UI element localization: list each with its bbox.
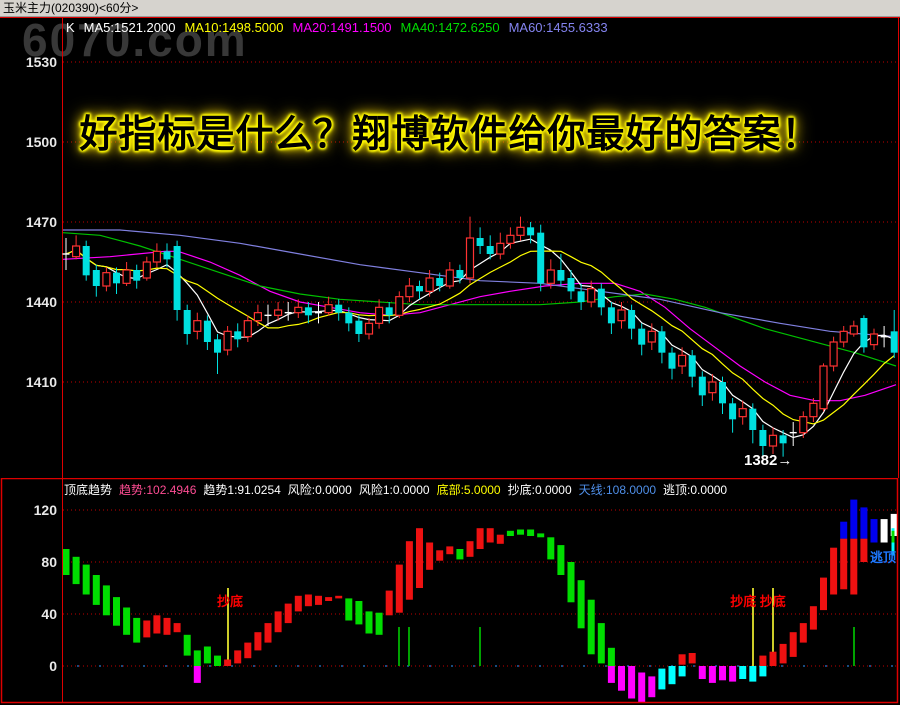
ind-value-7: 天线:108.0000 xyxy=(578,483,657,497)
ma-value-2: MA10:1498.5000 xyxy=(184,20,284,35)
main-y-axis-label: 1530 xyxy=(26,54,57,70)
ind-value-3: 风险:0.0000 xyxy=(287,483,352,497)
ind-value-6: 抄底:0.0000 xyxy=(507,483,572,497)
ind-value-1: 趋势:102.4946 xyxy=(119,483,197,497)
ind-value-2: 趋势1:91.0254 xyxy=(203,483,281,497)
ma-value-5: MA60:1455.6333 xyxy=(508,20,608,35)
ma-line-ma5 xyxy=(65,238,895,439)
ind-value-8: 逃顶:0.0000 xyxy=(663,483,728,497)
ind-value-0: 顶底趋势 xyxy=(64,483,113,497)
low-price-label: 1382→ xyxy=(744,452,792,469)
main-y-axis-label: 1470 xyxy=(26,214,57,230)
main-chart[interactable]: 153015001470144014101382→ xyxy=(0,17,900,478)
main-y-axis-label: 1410 xyxy=(26,374,57,390)
ma-value-0: K xyxy=(66,20,75,35)
ind-value-5: 底部:5.0000 xyxy=(436,483,501,497)
ma-line-ma40 xyxy=(62,232,897,367)
sell-top-label: 逃顶 xyxy=(870,550,896,565)
indicator-panel[interactable]: 120 80 40 0 抄底 抄底 抄底 逃顶 xyxy=(0,478,900,705)
ma-value-1: MA5:1521.2000 xyxy=(83,20,176,35)
title-bar: 玉米主力(020390)<60分> xyxy=(0,0,900,17)
indicator-y-axis-label: 120 xyxy=(34,502,58,518)
promo-banner: 好指标是什么？翔博软件给你最好的答案！ xyxy=(79,114,821,156)
ind-value-4: 风险1:0.0000 xyxy=(358,483,430,497)
ma-value-4: MA40:1472.6250 xyxy=(400,20,500,35)
indicator-y-axis-label: 0 xyxy=(49,658,57,674)
indicator-y-axis-label: 40 xyxy=(41,606,57,622)
ma-line-ma10 xyxy=(65,249,895,425)
indicator-y-axis-label: 80 xyxy=(41,554,57,570)
main-y-axis-label: 1440 xyxy=(26,294,57,310)
window-title: 玉米主力(020390)<60分> xyxy=(3,1,139,15)
main-chart-header: K MA5:1521.2000 MA10:1498.5000 MA20:1491.15… xyxy=(66,20,617,35)
app-window: 玉米主力(020390)<60分> 6070.com 好指标是什么？翔博软件给你… xyxy=(0,0,900,705)
buy-bottom-label: 抄底 xyxy=(217,594,243,609)
buy-bottom-label: 抄底 抄底 xyxy=(730,594,786,609)
ma-value-3: MA20:1491.1500 xyxy=(292,20,392,35)
indicator-header: 顶底趋势 趋势:102.4946 趋势1:91.0254 风险:0.0000 风险1:0… xyxy=(64,481,734,498)
